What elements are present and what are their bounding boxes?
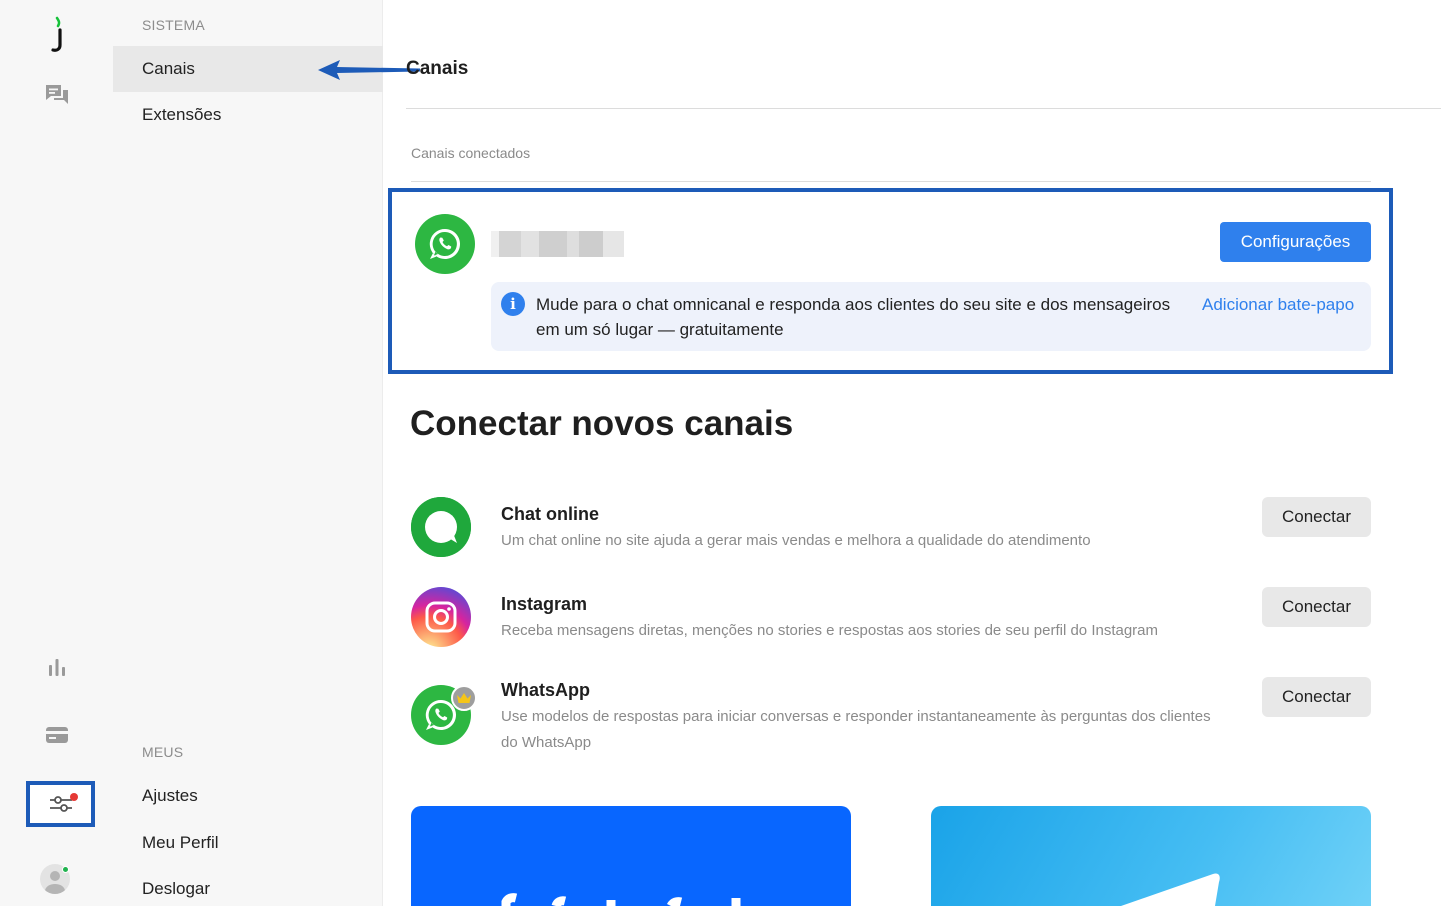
settings-sidebar: SISTEMA Canais Extensões MEUS Ajustes Me…: [113, 0, 420, 906]
channel-description: Receba mensagens diretas, menções no sto…: [501, 622, 1159, 639]
sidebar-item-label: Meu Perfil: [142, 833, 219, 852]
channel-name: Instagram: [501, 594, 588, 614]
channel-row-chat-online: Chat online Um chat online no site ajuda…: [410, 497, 1371, 567]
facebook-channel-card[interactable]: [411, 806, 851, 906]
main-content: Canais Canais conectados Configurações i…: [384, 0, 1441, 906]
chats-icon[interactable]: [42, 80, 72, 110]
instagram-icon: [411, 587, 471, 647]
connect-instagram-button[interactable]: Conectar: [1262, 587, 1371, 627]
sidebar-item-meu-perfil[interactable]: Meu Perfil: [113, 820, 383, 866]
connected-channels-label: Canais conectados: [411, 145, 531, 161]
channel-name: Chat online: [501, 504, 599, 524]
icon-rail: [0, 0, 113, 906]
sidebar-item-label: Ajustes: [142, 786, 198, 805]
notification-dot: [70, 793, 78, 801]
connected-channel-card: Configurações i Mude para o chat omnican…: [388, 188, 1393, 374]
online-status-dot: [62, 866, 69, 873]
facebook-wordmark-icon: [501, 893, 741, 906]
divider: [406, 108, 1441, 109]
jivo-logo-icon[interactable]: [48, 14, 68, 54]
crown-icon: [451, 685, 477, 711]
omnichannel-info-banner: i Mude para o chat omnicanal e responda …: [491, 282, 1371, 351]
section-label-system: SISTEMA: [142, 17, 205, 33]
configuracoes-button[interactable]: Configurações: [1220, 222, 1371, 262]
channel-name-redacted: [491, 231, 624, 257]
info-text: Mude para o chat omnicanal e responda ao…: [536, 295, 1171, 339]
channel-row-whatsapp: WhatsApp Use modelos de respostas para i…: [410, 677, 1371, 757]
sidebar-item-label: Canais: [142, 59, 195, 78]
channel-description: Um chat online no site ajuda a gerar mai…: [501, 532, 1091, 549]
connect-chat-online-button[interactable]: Conectar: [1262, 497, 1371, 537]
sidebar-item-label: Deslogar: [142, 879, 211, 898]
settings-nav-highlight[interactable]: [26, 781, 95, 827]
sidebar-item-ajustes[interactable]: Ajustes: [113, 773, 383, 819]
adicionar-bate-papo-link[interactable]: Adicionar bate-papo: [1202, 292, 1354, 317]
billing-icon[interactable]: [42, 720, 72, 750]
whatsapp-icon: [415, 214, 475, 274]
channel-description: Use modelos de respostas para iniciar co…: [501, 708, 1211, 751]
sidebar-item-deslogar[interactable]: Deslogar: [113, 866, 383, 906]
divider: [411, 181, 1371, 182]
info-icon: i: [501, 292, 525, 316]
channel-name: WhatsApp: [501, 680, 590, 700]
channel-row-instagram: Instagram Receba mensagens diretas, menç…: [410, 587, 1371, 657]
reports-icon[interactable]: [42, 652, 72, 682]
telegram-plane-icon: [1121, 873, 1220, 906]
page-title: Canais: [406, 58, 469, 79]
sidebar-item-label: Extensões: [142, 105, 222, 124]
telegram-channel-card[interactable]: [931, 806, 1371, 906]
connect-whatsapp-button[interactable]: Conectar: [1262, 677, 1371, 717]
chat-online-icon: [411, 497, 471, 557]
sidebar-item-extensoes[interactable]: Extensões: [113, 92, 383, 138]
new-channels-heading: Conectar novos canais: [410, 404, 794, 443]
section-label-mine: MEUS: [142, 744, 184, 760]
